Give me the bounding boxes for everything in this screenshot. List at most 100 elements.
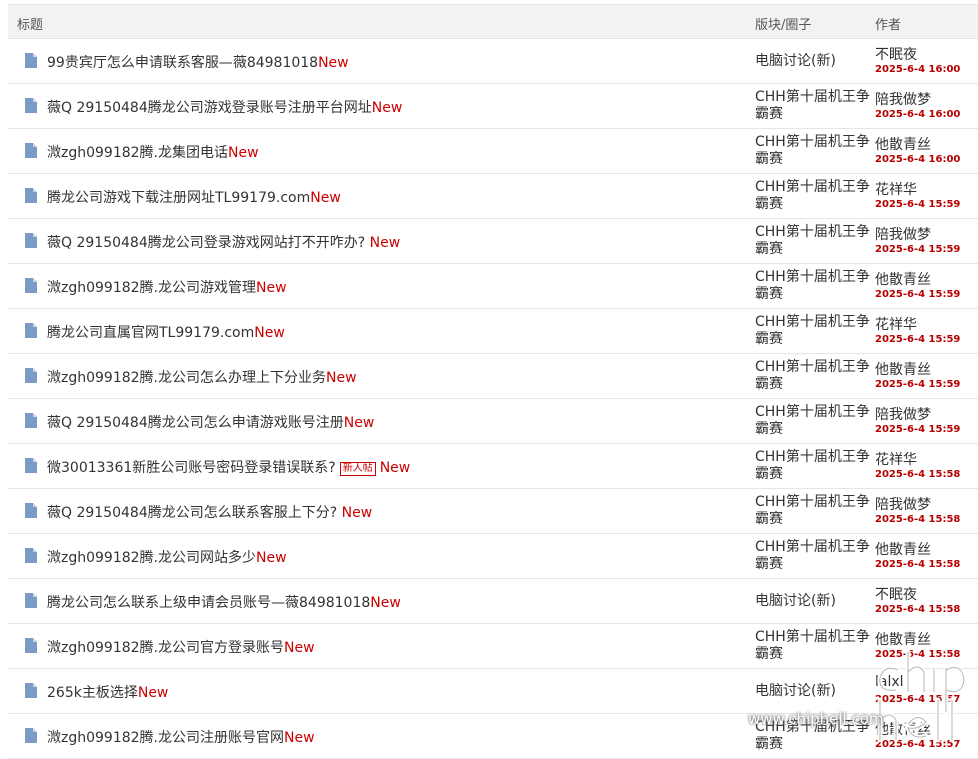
thread-row[interactable]: 薇Q 29150484腾龙公司怎么申请游戏账号注册New CHH第十届机王争霸赛…	[8, 399, 978, 444]
thread-title-text[interactable]: 薇Q 29150484腾龙公司登录游戏网站打不开咋办?	[47, 235, 370, 251]
forum-link[interactable]: CHH第十届机王争霸赛	[755, 179, 873, 213]
thread-title-link[interactable]: 溦zgh099182腾.龙公司官方登录账号New	[47, 637, 315, 657]
thread-row[interactable]: 99贵宾厅怎么申请联系客服—薇84981018New 电脑讨论(新) 不眠夜 2…	[8, 39, 978, 84]
thread-title-text[interactable]: 溦zgh099182腾.龙公司怎么办理上下分业务	[47, 370, 326, 386]
forum-link[interactable]: CHH第十届机王争霸赛	[755, 314, 873, 348]
post-date: 2025-6-4 15:59	[875, 289, 961, 300]
author-link[interactable]: 不眠夜	[875, 584, 917, 604]
thread-title-text[interactable]: 265k主板选择	[47, 685, 138, 701]
thread-row[interactable]: 溦zgh099182腾.龙公司注册账号官网New CHH第十届机王争霸赛 他散青…	[8, 714, 978, 759]
author-link[interactable]: 他散青丝	[875, 134, 931, 154]
document-icon	[25, 548, 37, 563]
thread-title-text[interactable]: 溦zgh099182腾.龙公司网站多少	[47, 550, 256, 566]
thread-title-text[interactable]: 溦zgh099182腾.龙集团电话	[47, 145, 228, 161]
thread-row[interactable]: 265k主板选择New 电脑讨论(新) lalxl 2025-6-4 15:57	[8, 669, 978, 714]
thread-title-text[interactable]: 溦zgh099182腾.龙公司游戏管理	[47, 280, 256, 296]
author-link[interactable]: 他散青丝	[875, 719, 931, 739]
author-link[interactable]: 花祥华	[875, 449, 917, 469]
new-label: New	[284, 640, 315, 656]
header-forum[interactable]: 版块/圈子	[755, 14, 811, 33]
thread-title-link[interactable]: 265k主板选择New	[47, 682, 168, 702]
author-link[interactable]: lalxl	[875, 674, 904, 690]
forum-link[interactable]: CHH第十届机王争霸赛	[755, 359, 873, 393]
forum-link[interactable]: CHH第十届机王争霸赛	[755, 269, 873, 303]
thread-title-link[interactable]: 薇Q 29150484腾龙公司登录游戏网站打不开咋办? New	[47, 232, 400, 252]
header-author[interactable]: 作者	[875, 14, 901, 33]
thread-title-link[interactable]: 溦zgh099182腾.龙公司游戏管理New	[47, 277, 287, 297]
thread-title-link[interactable]: 薇Q 29150484腾龙公司怎么申请游戏账号注册New	[47, 412, 374, 432]
forum-link[interactable]: CHH第十届机王争霸赛	[755, 494, 873, 528]
thread-row[interactable]: 溦zgh099182腾.龙公司怎么办理上下分业务New CHH第十届机王争霸赛 …	[8, 354, 978, 399]
post-date: 2025-6-4 15:58	[875, 469, 961, 480]
author-link[interactable]: 花祥华	[875, 179, 917, 199]
new-member-badge: 新人帖	[339, 462, 376, 476]
forum-link[interactable]: 电脑讨论(新)	[755, 53, 873, 70]
thread-title-link[interactable]: 腾龙公司直属官网TL99179.comNew	[47, 322, 285, 342]
post-date: 2025-6-4 15:59	[875, 379, 961, 390]
thread-row[interactable]: 腾龙公司怎么联系上级申请会员账号—薇84981018New 电脑讨论(新) 不眠…	[8, 579, 978, 624]
thread-row[interactable]: 溦zgh099182腾.龙集团电话New CHH第十届机王争霸赛 他散青丝 20…	[8, 129, 978, 174]
thread-title-link[interactable]: 溦zgh099182腾.龙公司网站多少New	[47, 547, 287, 567]
new-label: New	[343, 415, 375, 431]
forum-link[interactable]: CHH第十届机王争霸赛	[755, 719, 873, 753]
thread-title-text[interactable]: 薇Q 29150484腾龙公司怎么申请游戏账号注册	[47, 415, 344, 431]
thread-title-text[interactable]: 腾龙公司直属官网TL99179.com	[47, 325, 254, 341]
author-link[interactable]: 他散青丝	[875, 539, 931, 559]
thread-title-text[interactable]: 微30013361新胜公司账号密码登录错误联系?	[47, 460, 336, 476]
document-icon	[25, 233, 37, 248]
thread-title-link[interactable]: 溦zgh099182腾.龙集团电话New	[47, 142, 259, 162]
forum-link[interactable]: CHH第十届机王争霸赛	[755, 404, 873, 438]
thread-title-link[interactable]: 溦zgh099182腾.龙公司注册账号官网New	[47, 727, 315, 747]
author-link[interactable]: 陪我做梦	[875, 224, 931, 244]
document-icon	[25, 503, 37, 518]
thread-title-text[interactable]: 腾龙公司怎么联系上级申请会员账号—薇84981018	[47, 595, 370, 611]
thread-row[interactable]: 溦zgh099182腾.龙公司网站多少New CHH第十届机王争霸赛 他散青丝 …	[8, 534, 978, 579]
thread-title-link[interactable]: 99贵宾厅怎么申请联系客服—薇84981018New	[47, 52, 349, 72]
thread-row[interactable]: 腾龙公司游戏下载注册网址TL99179.comNew CHH第十届机王争霸赛 花…	[8, 174, 978, 219]
thread-title-link[interactable]: 微30013361新胜公司账号密码登录错误联系? 新人帖 New	[47, 457, 410, 477]
forum-link[interactable]: CHH第十届机王争霸赛	[755, 449, 873, 483]
thread-title-text[interactable]: 薇Q 29150484腾龙公司怎么联系客服上下分?	[47, 505, 342, 521]
thread-title-link[interactable]: 腾龙公司怎么联系上级申请会员账号—薇84981018New	[47, 592, 401, 612]
forum-link[interactable]: CHH第十届机王争霸赛	[755, 134, 873, 168]
new-label: New	[254, 325, 285, 341]
thread-title-link[interactable]: 薇Q 29150484腾龙公司游戏登录账号注册平台网址New	[47, 97, 402, 117]
thread-title-text[interactable]: 薇Q 29150484腾龙公司游戏登录账号注册平台网址	[47, 100, 372, 116]
thread-row[interactable]: 微30013361新胜公司账号密码登录错误联系? 新人帖 New CHH第十届机王争…	[8, 444, 978, 489]
document-icon	[25, 143, 37, 158]
thread-row[interactable]: 溦zgh099182腾.龙公司游戏管理New CHH第十届机王争霸赛 他散青丝 …	[8, 264, 978, 309]
thread-row[interactable]: 薇Q 29150484腾龙公司登录游戏网站打不开咋办? New CHH第十届机王…	[8, 219, 978, 264]
author-link[interactable]: 陪我做梦	[875, 494, 931, 514]
thread-title-text[interactable]: 溦zgh099182腾.龙公司注册账号官网	[47, 730, 284, 746]
author-link[interactable]: 他散青丝	[875, 269, 931, 289]
document-icon	[25, 458, 37, 473]
thread-row[interactable]: 腾龙公司直属官网TL99179.comNew CHH第十届机王争霸赛 花祥华 2…	[8, 309, 978, 354]
forum-link[interactable]: 电脑讨论(新)	[755, 683, 873, 700]
thread-row[interactable]: 薇Q 29150484腾龙公司怎么联系客服上下分? New CHH第十届机王争霸…	[8, 489, 978, 534]
forum-link[interactable]: CHH第十届机王争霸赛	[755, 89, 873, 123]
author-link[interactable]: 不眠夜	[875, 44, 917, 64]
thread-title-text[interactable]: 腾龙公司游戏下载注册网址TL99179.com	[47, 190, 310, 206]
author-link[interactable]: 陪我做梦	[875, 89, 931, 109]
forum-link[interactable]: CHH第十届机王争霸赛	[755, 539, 873, 573]
thread-title-link[interactable]: 腾龙公司游戏下载注册网址TL99179.comNew	[47, 187, 341, 207]
header-title[interactable]: 标题	[17, 14, 43, 33]
author-link[interactable]: 花祥华	[875, 314, 917, 334]
thread-title-text[interactable]: 99贵宾厅怎么申请联系客服—薇84981018	[47, 55, 318, 71]
forum-link[interactable]: 电脑讨论(新)	[755, 593, 873, 610]
thread-title-text[interactable]: 溦zgh099182腾.龙公司官方登录账号	[47, 640, 284, 656]
thread-title-link[interactable]: 薇Q 29150484腾龙公司怎么联系客服上下分? New	[47, 502, 372, 522]
post-date: 2025-6-4 15:57	[875, 694, 961, 705]
author-link[interactable]: 他散青丝	[875, 359, 931, 379]
new-label: New	[256, 550, 287, 566]
thread-row[interactable]: 薇Q 29150484腾龙公司游戏登录账号注册平台网址New CHH第十届机王争…	[8, 84, 978, 129]
thread-title-link[interactable]: 溦zgh099182腾.龙公司怎么办理上下分业务New	[47, 367, 357, 387]
thread-row[interactable]: 溦zgh099182腾.龙公司官方登录账号New CHH第十届机王争霸赛 他散青…	[8, 624, 978, 669]
new-label: New	[379, 460, 411, 476]
forum-link[interactable]: CHH第十届机王争霸赛	[755, 224, 873, 258]
thread-rows: 99贵宾厅怎么申请联系客服—薇84981018New 电脑讨论(新) 不眠夜 2…	[8, 39, 978, 759]
post-date: 2025-6-4 16:00	[875, 64, 961, 75]
forum-link[interactable]: CHH第十届机王争霸赛	[755, 629, 873, 663]
author-link[interactable]: 他散青丝	[875, 629, 931, 649]
author-link[interactable]: 陪我做梦	[875, 404, 931, 424]
